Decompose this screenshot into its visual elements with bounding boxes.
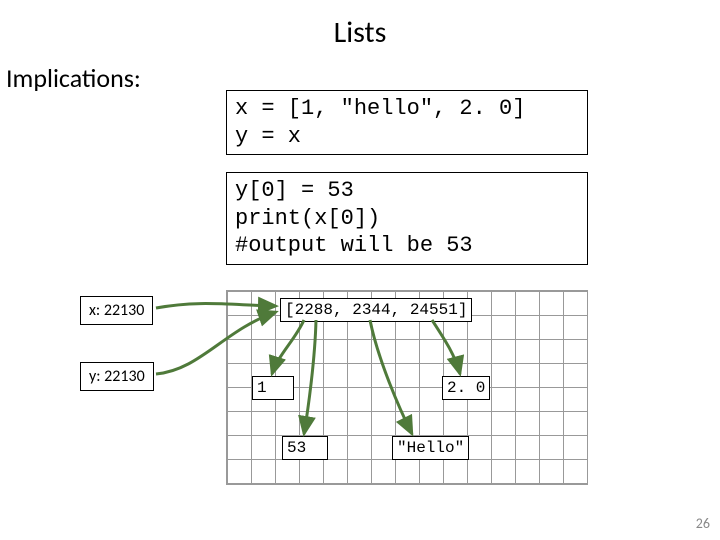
mem-cell-2: 2. 0 [442,376,490,400]
slide-title: Lists [0,0,720,51]
subheading: Implications: [6,62,141,94]
mem-cell-4: "Hello" [392,436,469,460]
page-number: 26 [696,515,710,532]
mem-list-cell: [2288, 2344, 24551] [280,298,472,322]
mem-cell-3: 53 [282,436,328,460]
mem-cell-1: 1 [252,376,294,400]
code-block-2: y[0] = 53 print(x[0]) #output will be 53 [226,172,588,265]
var-y-box: y: 22130 [80,362,154,391]
code-block-1: x = [1, "hello", 2. 0] y = x [226,90,588,155]
var-x-box: x: 22130 [80,296,153,325]
